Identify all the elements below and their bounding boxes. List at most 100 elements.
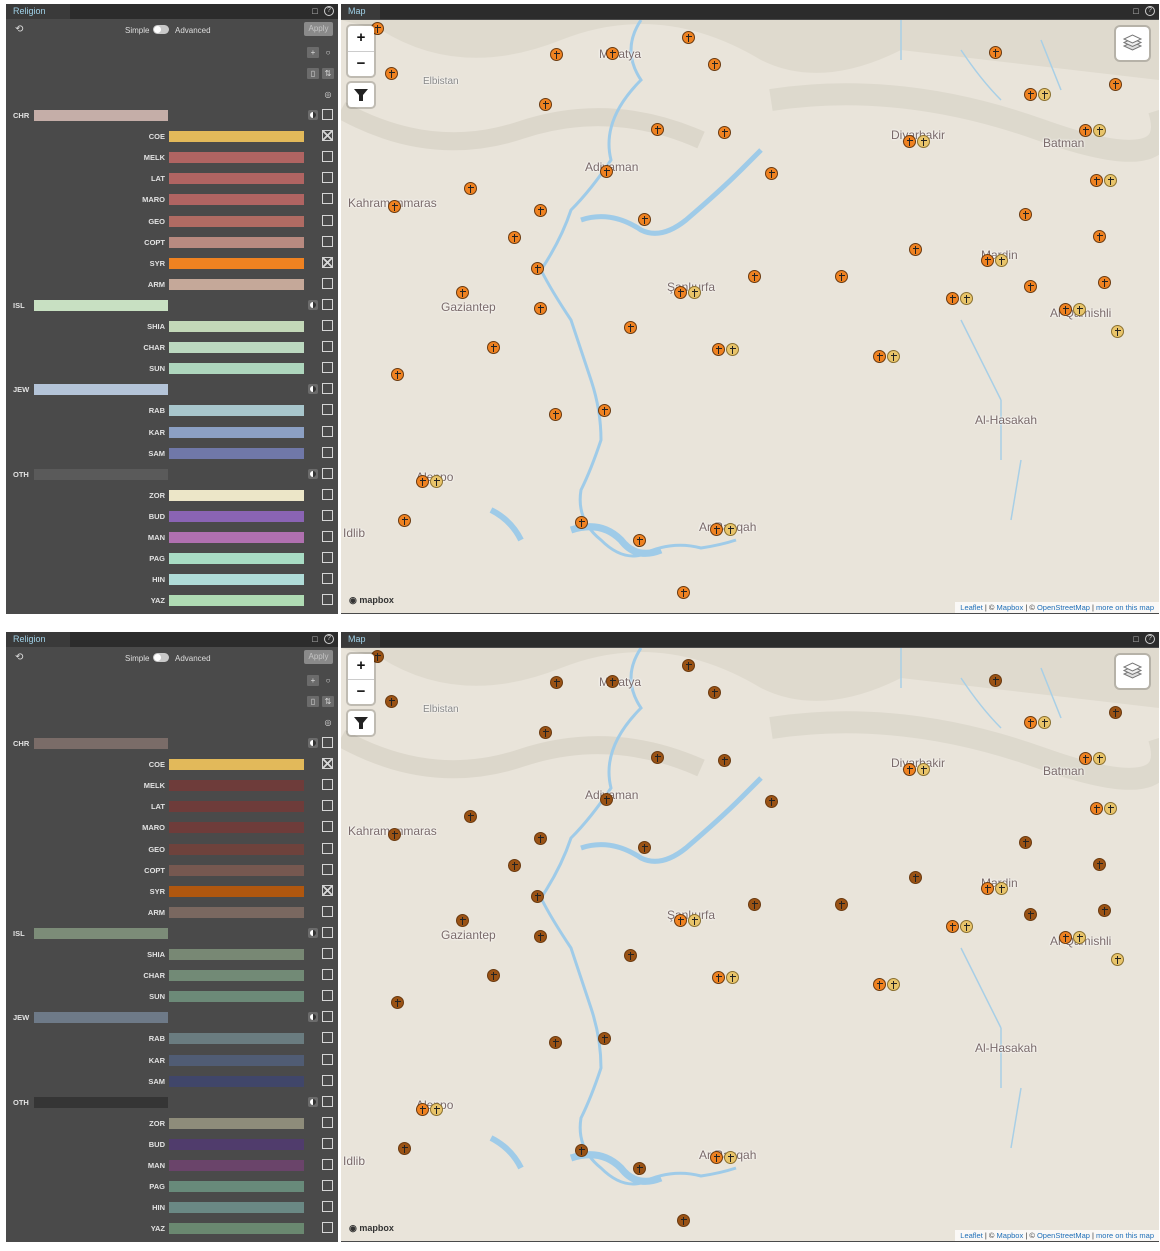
religion-checkbox[interactable] [322,758,333,770]
religion-checkbox[interactable] [322,990,333,1002]
church-marker-icon[interactable] [487,341,500,354]
religion-row-arm[interactable]: ARM [6,277,338,291]
osm-link[interactable]: OpenStreetMap [1037,603,1090,612]
religion-checkbox[interactable] [322,425,333,437]
church-marker-icon[interactable] [651,123,664,136]
church-marker-icon[interactable] [688,286,701,299]
church-marker-icon[interactable] [688,914,701,927]
church-marker-icon[interactable] [534,204,547,217]
circle-icon[interactable]: ○ [322,675,334,686]
contrast-icon[interactable] [308,927,318,938]
religion-checkbox[interactable] [322,320,333,331]
map-tab[interactable]: Map [341,632,380,647]
religion-checkbox[interactable] [322,1116,333,1128]
church-marker-icon[interactable] [391,368,404,381]
church-marker-icon[interactable] [995,882,1008,895]
church-marker-icon[interactable] [1098,904,1111,917]
color-swatch[interactable] [169,342,304,354]
color-swatch[interactable] [169,131,304,143]
church-marker-icon[interactable] [718,754,731,767]
help-icon[interactable]: ? [324,6,334,16]
religion-row-shia[interactable]: SHIA [6,320,338,333]
church-marker-icon[interactable] [549,1036,562,1049]
religion-row-lat[interactable]: LAT [6,172,338,185]
church-marker-icon[interactable] [600,793,613,806]
church-marker-icon[interactable] [606,47,619,60]
reset-icon[interactable]: ⟲ [15,652,23,663]
zoom-in-button[interactable]: + [348,654,374,680]
religion-checkbox[interactable] [322,926,333,938]
church-marker-icon[interactable] [534,302,547,315]
color-swatch[interactable] [169,1181,304,1193]
religion-row-sam[interactable]: SAM [6,1074,338,1088]
church-marker-icon[interactable] [887,978,900,991]
delete-icon[interactable]: ▯ [307,68,319,79]
church-marker-icon[interactable] [1024,908,1037,921]
religion-row-chr[interactable]: CHR [6,737,338,750]
religion-checkbox[interactable] [322,737,333,748]
target-icon[interactable]: ◎ [322,717,334,728]
religion-row-jew[interactable]: JEW [6,1011,338,1024]
church-marker-icon[interactable] [550,676,563,689]
religion-checkbox[interactable] [322,905,333,917]
church-marker-icon[interactable] [726,343,739,356]
church-marker-icon[interactable] [1024,716,1037,729]
religion-row-isl[interactable]: ISL [6,298,338,312]
osm-link[interactable]: OpenStreetMap [1037,1231,1090,1240]
church-marker-icon[interactable] [633,1162,646,1175]
church-marker-icon[interactable] [726,971,739,984]
religion-row-chr[interactable]: CHR [6,109,338,122]
religion-checkbox[interactable] [322,1095,333,1107]
church-marker-icon[interactable] [909,871,922,884]
color-swatch[interactable] [169,1138,304,1150]
religion-row-man[interactable]: MAN [6,1159,338,1172]
circle-icon[interactable]: ○ [322,47,334,58]
religion-row-sun[interactable]: SUN [6,362,338,375]
color-swatch[interactable] [169,152,304,164]
church-marker-icon[interactable] [873,350,886,363]
color-swatch[interactable] [34,1012,168,1024]
religion-row-arm[interactable]: ARM [6,905,338,919]
sort-icon[interactable]: ⇅ [322,696,334,707]
color-swatch[interactable] [34,738,168,749]
more-on-map-link[interactable]: more on this map [1096,1231,1154,1240]
church-marker-icon[interactable] [575,1144,588,1157]
religion-row-melk[interactable]: MELK [6,779,338,792]
religion-checkbox[interactable] [322,109,333,120]
religion-checkbox[interactable] [322,863,333,875]
religion-row-kar[interactable]: KAR [6,1053,338,1067]
church-marker-icon[interactable] [682,31,695,44]
mapbox-logo[interactable]: ◉ mapbox [349,595,394,606]
religion-row-zor[interactable]: ZOR [6,488,338,502]
religion-row-oth[interactable]: OTH [6,1095,338,1109]
religion-row-jew[interactable]: JEW [6,383,338,396]
sort-icon[interactable]: ⇅ [322,68,334,79]
church-marker-icon[interactable] [989,674,1002,687]
religion-checkbox[interactable] [322,446,333,458]
church-marker-icon[interactable] [456,286,469,299]
church-marker-icon[interactable] [508,231,521,244]
church-marker-icon[interactable] [917,135,930,148]
church-marker-icon[interactable] [946,292,959,305]
target-icon[interactable]: ◎ [322,89,334,100]
religion-row-hin[interactable]: HIN [6,1201,338,1214]
religion-row-bud[interactable]: BUD [6,509,338,523]
religion-row-zor[interactable]: ZOR [6,1116,338,1130]
religion-row-char[interactable]: CHAR [6,969,338,982]
filter-button[interactable] [348,711,374,735]
church-marker-icon[interactable] [712,343,725,356]
religion-row-geo[interactable]: GEO [6,214,338,228]
church-marker-icon[interactable] [1098,276,1111,289]
religion-checkbox[interactable] [322,1053,333,1065]
religion-checkbox[interactable] [322,842,333,854]
church-marker-icon[interactable] [710,523,723,536]
color-swatch[interactable] [34,110,168,121]
color-swatch[interactable] [169,949,304,960]
color-swatch[interactable] [169,759,304,771]
church-marker-icon[interactable] [1090,174,1103,187]
religion-row-rab[interactable]: RAB [6,404,338,417]
maximize-icon[interactable]: □ [1131,6,1141,16]
maximize-icon[interactable]: □ [310,6,320,16]
mode-toggle[interactable] [153,25,169,34]
religion-row-man[interactable]: MAN [6,531,338,544]
